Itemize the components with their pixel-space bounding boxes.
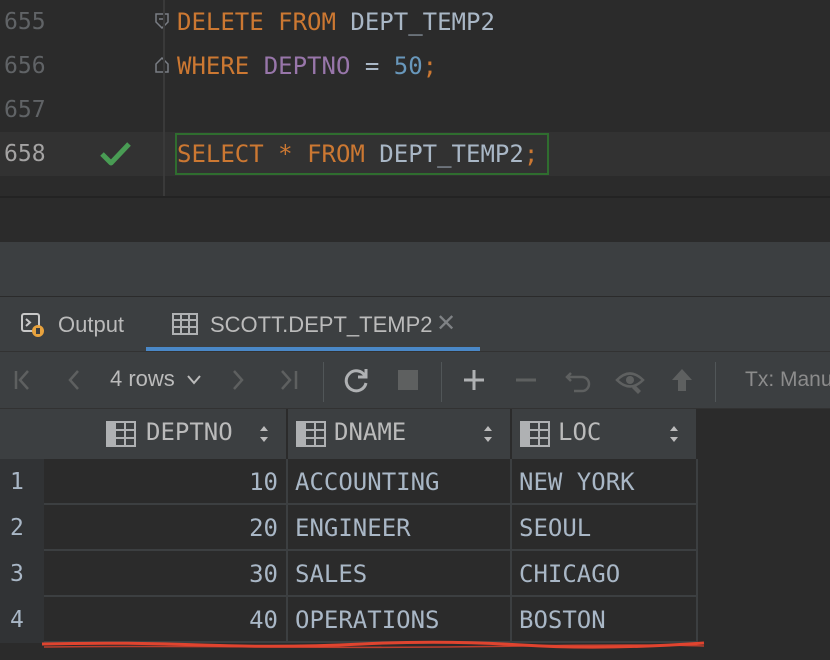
code-token: 50 [393, 52, 423, 80]
sort-icon[interactable] [258, 423, 270, 445]
cell-loc[interactable]: CHICAGO [512, 551, 698, 597]
delete-row-icon [516, 378, 536, 382]
column-icon [520, 421, 550, 447]
submit-button[interactable] [664, 352, 700, 408]
reload-button[interactable] [338, 352, 374, 408]
line-number: 657 [4, 97, 46, 123]
row-number[interactable]: 1 [0, 459, 44, 505]
chevron-down-icon[interactable] [186, 374, 202, 386]
previous-page-icon [68, 370, 79, 390]
cell-dname[interactable]: OPERATIONS [288, 597, 512, 643]
column-header-loc[interactable]: LOC [512, 409, 698, 459]
statement-highlight [175, 133, 549, 175]
editor-line[interactable]: 657 [0, 88, 830, 132]
transaction-mode-dropdown[interactable]: Tx: Manu [745, 368, 830, 392]
fold-marker-icon[interactable] [155, 13, 169, 29]
add-row-icon [464, 370, 484, 390]
column-header-label: LOC [558, 418, 602, 446]
stop-button[interactable] [390, 352, 426, 408]
column-icon [106, 421, 136, 447]
first-page-button[interactable] [8, 352, 40, 408]
line-number: 656 [4, 53, 46, 79]
tab-result-label: SCOTT.DEPT_TEMP2 [210, 312, 433, 337]
output-console-icon [21, 313, 44, 337]
cell-loc[interactable]: NEW YORK [512, 459, 698, 505]
column-header-deptno[interactable]: DEPTNO [44, 409, 288, 459]
stop-icon [398, 370, 418, 390]
cell-deptno[interactable]: 20 [44, 505, 288, 551]
grid-corner [0, 409, 44, 459]
revert-button[interactable] [560, 352, 596, 408]
submit-icon [672, 369, 692, 391]
rows-count-dropdown[interactable]: 4 rows [110, 366, 175, 392]
revert-icon [565, 372, 591, 393]
view-query-icon [615, 372, 645, 394]
delete-row-button[interactable] [508, 352, 544, 408]
code-token: DEPT_TEMP2 [335, 8, 495, 36]
next-page-icon [233, 370, 244, 390]
line-number: 655 [4, 9, 46, 35]
gutter-separator [163, 0, 165, 196]
cell-deptno[interactable]: 30 [44, 551, 288, 597]
cell-dname[interactable]: ACCOUNTING [288, 459, 512, 505]
column-header-dname[interactable]: DNAME [288, 409, 512, 459]
code-text[interactable]: DELETE FROM DEPT_TEMP2 [177, 0, 495, 44]
code-token: DEPTNO [263, 52, 351, 80]
reload-icon [344, 369, 368, 393]
code-token: WHERE [177, 52, 250, 80]
cell-dname[interactable]: ENGINEER [288, 505, 512, 551]
toolbar-separator [441, 362, 442, 402]
code-text[interactable]: WHERE DEPTNO = 50; [177, 44, 437, 88]
previous-page-button[interactable] [58, 352, 90, 408]
cell-dname[interactable]: SALES [288, 551, 512, 597]
column-header-label: DNAME [334, 418, 407, 446]
annotation-underline [42, 640, 705, 649]
code-token: DELETE [177, 8, 264, 36]
editor-line[interactable]: 655 DELETE FROM DEPT_TEMP2 [0, 0, 830, 44]
view-query-button[interactable] [612, 352, 648, 408]
close-icon[interactable]: ✕ [436, 309, 456, 338]
cell-deptno[interactable]: 10 [44, 459, 288, 505]
tab-result-scott-dept-temp2[interactable]: SCOTT.DEPT_TEMP2 ✕ [146, 297, 480, 351]
sql-editor[interactable]: 655 DELETE FROM DEPT_TEMP2 656 WHERE DEP… [0, 0, 830, 198]
tab-output-label: Output [58, 312, 125, 337]
checkmark-icon [100, 142, 131, 166]
code-token: ; [422, 52, 438, 80]
last-page-icon [281, 370, 298, 390]
code-token: = [350, 52, 394, 80]
column-icon [296, 421, 326, 447]
editor-line[interactable]: 656 WHERE DEPTNO = 50; [0, 44, 830, 88]
tab-output[interactable]: Output [0, 297, 146, 351]
sort-icon[interactable] [482, 423, 494, 445]
toolbar-separator [715, 362, 716, 402]
fold-end-marker-icon[interactable] [155, 57, 169, 73]
editor-empty-area [0, 198, 830, 242]
last-page-button[interactable] [272, 352, 304, 408]
next-page-button[interactable] [222, 352, 254, 408]
toolbar-separator [323, 362, 324, 402]
row-number[interactable]: 3 [0, 551, 44, 597]
cell-loc[interactable]: BOSTON [512, 597, 698, 643]
cell-loc[interactable]: SEOUL [512, 505, 698, 551]
code-token: FROM [278, 8, 336, 36]
sort-icon[interactable] [668, 423, 680, 445]
line-number: 658 [4, 141, 46, 167]
table-grid-icon [172, 313, 198, 335]
cell-deptno[interactable]: 40 [44, 597, 288, 643]
column-header-label: DEPTNO [146, 418, 233, 446]
row-number[interactable]: 4 [0, 597, 44, 643]
first-page-icon [14, 370, 29, 390]
add-row-button[interactable] [456, 352, 492, 408]
row-number[interactable]: 2 [0, 505, 44, 551]
